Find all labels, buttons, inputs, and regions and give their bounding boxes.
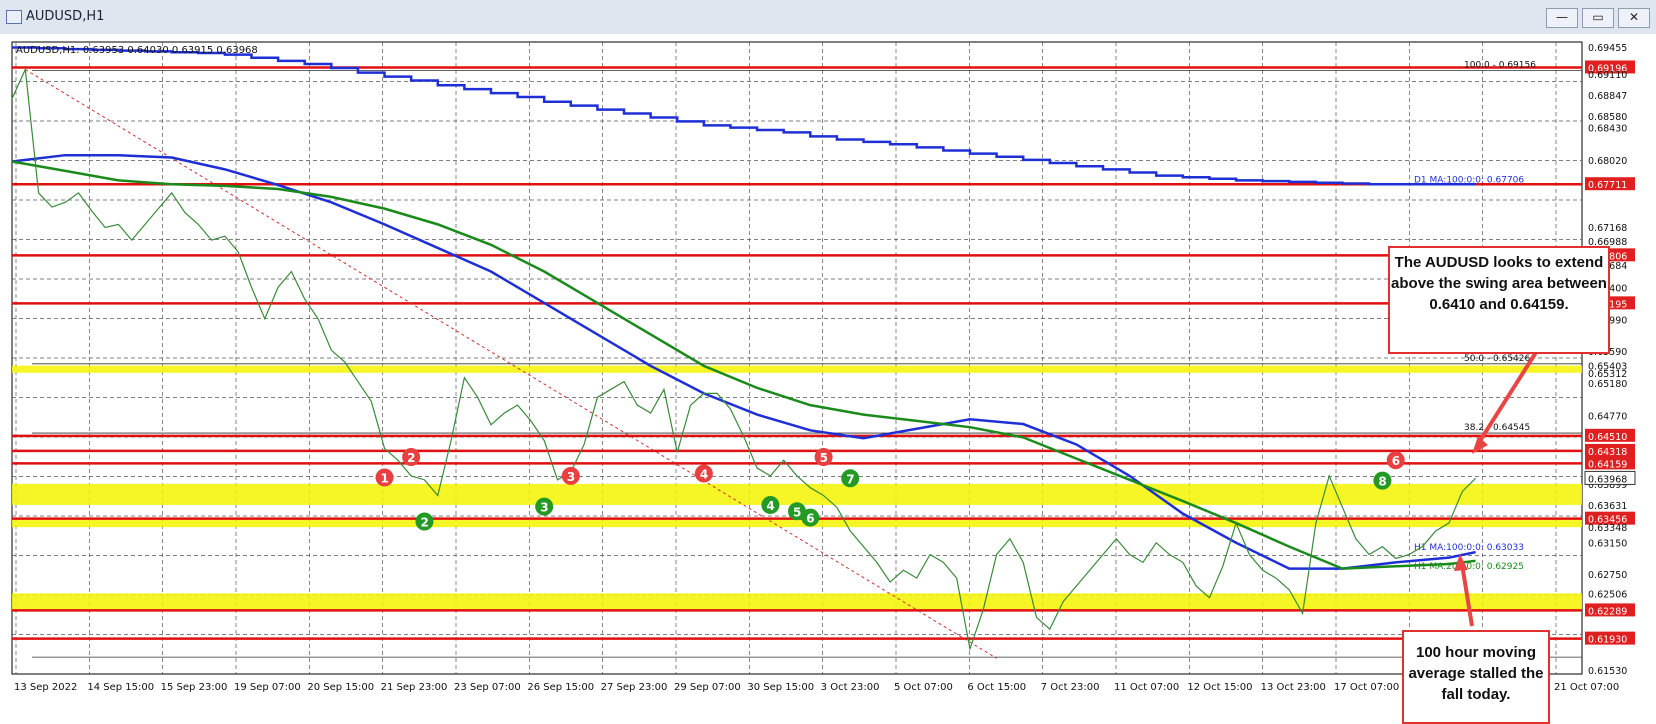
x-tick-label: 3 Oct 23:00 xyxy=(821,682,880,693)
y-tick-label: 0.62750 xyxy=(1588,570,1627,581)
x-tick-label: 21 Oct 07:00 xyxy=(1554,682,1619,693)
y-tick-label: 0.62289 xyxy=(1588,606,1627,617)
fib-label: 100.0 - 0.69156 xyxy=(1464,61,1536,71)
x-tick-label: 5 Oct 07:00 xyxy=(894,682,953,693)
y-tick-label: 0.69110 xyxy=(1588,70,1627,81)
x-tick-label: 21 Sep 23:00 xyxy=(381,682,448,693)
y-tick-label: 0.64159 xyxy=(1588,459,1627,470)
swing-marker-label: 6 xyxy=(806,512,814,526)
x-tick-label: 20 Sep 15:00 xyxy=(307,682,374,693)
x-tick-label: 13 Oct 23:00 xyxy=(1261,682,1326,693)
swing-marker-label: 3 xyxy=(567,470,575,484)
swing-marker-label: 2 xyxy=(407,451,415,465)
y-tick-label: 0.68580 xyxy=(1588,112,1627,123)
y-tick-label: 0.67168 xyxy=(1588,223,1627,234)
ma-label: H1 MA:200:0:0: 0.62925 xyxy=(1414,562,1524,572)
swing-marker-label: 4 xyxy=(766,499,774,513)
swing-marker-label: 6 xyxy=(1392,454,1400,468)
resistance-callout-text: The AUDUSD looks to extend above the swi… xyxy=(1391,254,1607,313)
swing-marker-label: 3 xyxy=(540,501,548,515)
y-tick-label: 0.64318 xyxy=(1588,447,1627,458)
x-tick-label: 14 Sep 15:00 xyxy=(87,682,154,693)
yellow-zone xyxy=(12,593,1582,611)
y-tick-label: 0.63631 xyxy=(1588,501,1627,512)
current-price-label: 0.63968 xyxy=(1588,474,1627,485)
swing-marker-label: 2 xyxy=(420,516,428,530)
yellow-zone xyxy=(12,483,1582,505)
y-tick-label: 0.61930 xyxy=(1588,635,1627,646)
y-tick-label: 0.68847 xyxy=(1588,91,1627,102)
x-tick-label: 19 Sep 07:00 xyxy=(234,682,301,693)
chart-window-icon xyxy=(6,10,22,24)
swing-marker-label: 7 xyxy=(846,472,854,486)
window-titlebar: AUDUSD,H1 — ▭ ✕ xyxy=(0,0,1656,35)
x-tick-label: 7 Oct 23:00 xyxy=(1041,682,1100,693)
x-tick-label: 12 Oct 15:00 xyxy=(1187,682,1252,693)
x-tick-label: 23 Sep 07:00 xyxy=(454,682,521,693)
y-tick-label: 0.68430 xyxy=(1588,124,1627,135)
swing-marker-label: 8 xyxy=(1378,475,1386,489)
swing-marker-label: 5 xyxy=(793,505,801,519)
minimize-button[interactable]: — xyxy=(1546,8,1578,28)
y-tick-label: 0.63150 xyxy=(1588,539,1627,550)
chart-area[interactable]: 13 Sep 2022 14 Sep 15:00 15 Sep 23:00 19 Se… xyxy=(0,34,1656,724)
ma-callout: 100 hour moving average stalled the fall… xyxy=(1402,630,1550,724)
ma-callout-text: 100 hour moving average stalled the fall… xyxy=(1408,644,1544,703)
swing-marker-label: 4 xyxy=(700,468,708,482)
y-tick-label: 0.61530 xyxy=(1588,666,1627,677)
x-tick-label: 29 Sep 07:00 xyxy=(674,682,741,693)
y-tick-label: 0.64510 xyxy=(1588,432,1627,443)
x-tick-label: 26 Sep 15:00 xyxy=(527,682,594,693)
y-tick-label: 0.62506 xyxy=(1588,589,1627,600)
x-tick-label: 17 Oct 07:00 xyxy=(1334,682,1399,693)
swing-marker-label: 1 xyxy=(381,471,389,485)
maximize-button[interactable]: ▭ xyxy=(1582,8,1614,28)
y-tick-label: 0.68020 xyxy=(1588,156,1627,167)
y-tick-label: 0.69455 xyxy=(1588,43,1627,54)
x-tick-label: 15 Sep 23:00 xyxy=(161,682,228,693)
y-tick-label: 0.65312 xyxy=(1588,369,1627,380)
y-tick-label: 0.67711 xyxy=(1588,180,1627,191)
close-button[interactable]: ✕ xyxy=(1618,8,1650,28)
ma-label: D1 MA:100:0:0: 0.67706 xyxy=(1414,175,1524,185)
window-title: AUDUSD,H1 xyxy=(26,9,105,24)
x-tick-label: 30 Sep 15:00 xyxy=(747,682,814,693)
y-tick-label: 0.64770 xyxy=(1588,411,1627,422)
x-tick-label: 27 Sep 23:00 xyxy=(601,682,668,693)
x-tick-label: 11 Oct 07:00 xyxy=(1114,682,1179,693)
fib-label: 50.0 - 0.65426 xyxy=(1464,354,1530,364)
yellow-zone xyxy=(12,365,1582,373)
swing-marker-label: 5 xyxy=(820,451,828,465)
x-tick-label: 6 Oct 15:00 xyxy=(967,682,1026,693)
resistance-callout: The AUDUSD looks to extend above the swi… xyxy=(1388,246,1610,354)
x-tick-label: 13 Sep 2022 xyxy=(14,682,77,693)
y-tick-label: 0.65180 xyxy=(1588,379,1627,390)
price-chart[interactable]: 13 Sep 2022 14 Sep 15:00 15 Sep 23:00 19 Se… xyxy=(0,34,1656,721)
y-tick-label: 0.63348 xyxy=(1588,523,1627,534)
fib-label: 38.2 - 0.64545 xyxy=(1464,423,1530,433)
symbol-header: AUDUSD,H1: 0.63953 0.64030 0.63915 0.639… xyxy=(16,45,258,56)
ma-label: H1 MA:100:0:0: 0.63033 xyxy=(1414,543,1524,553)
